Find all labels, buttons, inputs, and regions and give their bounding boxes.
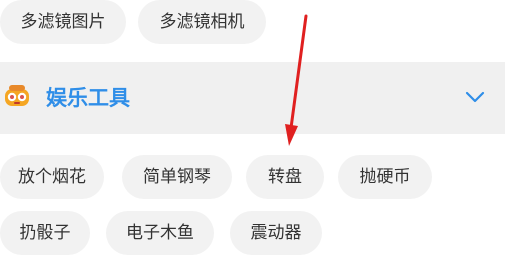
chip-spin-wheel[interactable]: 转盘 [246, 155, 324, 199]
page: 多滤镜图片 多滤镜相机 娱乐工具 放个烟花 简单钢琴 转盘 抛硬币 扔骰子 电子… [0, 0, 505, 255]
chip-multi-filter-camera[interactable]: 多滤镜相机 [138, 0, 266, 44]
chevron-down-icon[interactable] [462, 84, 488, 110]
chip-multi-filter-image[interactable]: 多滤镜图片 [0, 0, 126, 44]
section-title: 娱乐工具 [46, 86, 130, 110]
chip-wooden-fish[interactable]: 电子木鱼 [106, 211, 214, 255]
chip-roll-dice[interactable]: 扔骰子 [0, 211, 90, 255]
chip-fireworks[interactable]: 放个烟花 [0, 155, 104, 199]
chip-vibrator[interactable]: 震动器 [230, 211, 322, 255]
chip-coin-flip[interactable]: 抛硬币 [338, 155, 432, 199]
section-header-entertainment-tools[interactable]: 娱乐工具 [0, 62, 505, 134]
game-controller-icon [5, 85, 29, 106]
chip-simple-piano[interactable]: 简单钢琴 [122, 155, 232, 199]
